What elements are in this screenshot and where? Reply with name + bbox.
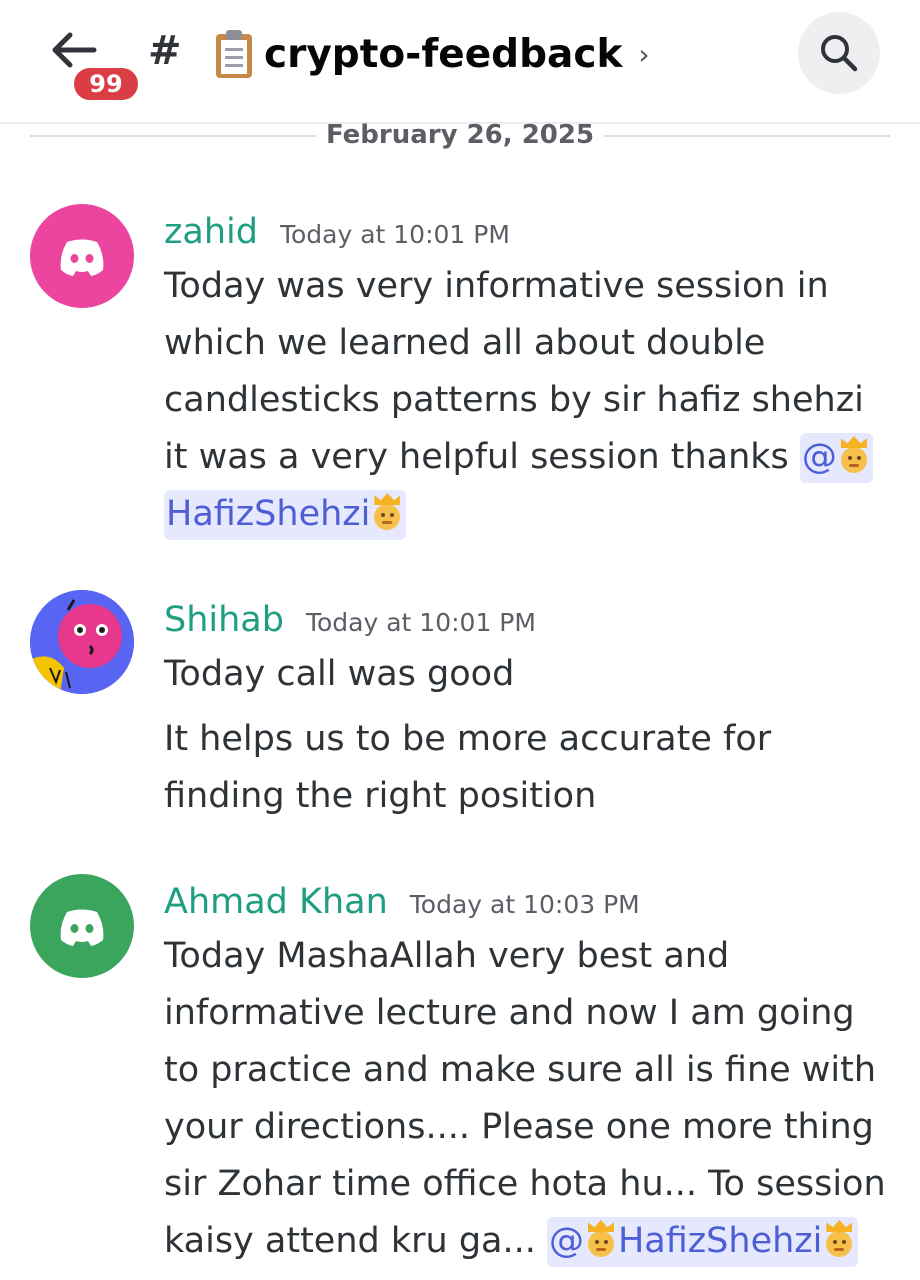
search-icon	[821, 35, 858, 72]
message-line: candlesticks patterns by sir hafiz shehz…	[164, 380, 864, 420]
message-line: informative lecture and now I am going	[164, 993, 855, 1033]
divider-date: February 26, 2025	[325, 120, 595, 150]
author-name[interactable]: Shihab	[164, 600, 284, 640]
user-mention[interactable]: @ HafizShehzi	[546, 1217, 859, 1267]
message-line: it was a very helpful session thanks	[164, 437, 800, 477]
message-paragraph: It helps us to be more accurate for	[164, 719, 772, 759]
channel-name: crypto-feedback	[264, 31, 623, 77]
message-paragraph: finding the right position	[164, 776, 597, 816]
crowned-person-icon	[370, 493, 404, 531]
message-content: Today call was good It helps us to be mo…	[164, 646, 894, 825]
message-timestamp: Today at 10:03 PM	[409, 890, 640, 919]
user-mention[interactable]: @	[799, 433, 873, 483]
avatar[interactable]	[30, 204, 134, 308]
message-line: sir Zohar time office hota hu... To sess…	[164, 1164, 886, 1204]
message-line: Today MashaAllah very best and	[164, 936, 730, 976]
discord-logo-icon	[60, 239, 104, 276]
avatar[interactable]	[30, 590, 134, 694]
message-content: Today was very informative session in wh…	[164, 258, 894, 543]
message-line: which we learned all about double	[164, 323, 766, 363]
user-mention-continued[interactable]: HafizShehzi	[164, 490, 407, 540]
crowned-person-icon	[837, 436, 871, 474]
character-avatar-icon	[30, 590, 134, 694]
message-line: to practice and make sure all is fine wi…	[164, 1050, 877, 1090]
message-line: Today was very informative session in	[164, 266, 829, 306]
crowned-person-icon	[584, 1220, 618, 1258]
channel-title-button[interactable]: crypto-feedback ›	[214, 30, 650, 78]
message-paragraph: Today call was good	[164, 654, 515, 694]
channel-header: 99 # crypto-feedback ›	[0, 0, 920, 124]
crowned-person-icon	[822, 1220, 856, 1258]
divider-line-right	[604, 135, 890, 137]
message-content: Today MashaAllah very best and informati…	[164, 928, 894, 1270]
date-divider: February 26, 2025	[30, 118, 890, 158]
chevron-right-icon: ›	[638, 37, 650, 71]
unread-badge: 99	[70, 64, 142, 104]
message-timestamp: Today at 10:01 PM	[305, 608, 536, 637]
clipboard-icon	[214, 30, 254, 78]
message-timestamp: Today at 10:01 PM	[279, 220, 510, 249]
author-name[interactable]: zahid	[164, 212, 258, 252]
author-name[interactable]: Ahmad Khan	[164, 882, 388, 922]
divider-line-left	[30, 135, 316, 137]
avatar[interactable]	[30, 874, 134, 978]
hash-icon: #	[148, 28, 182, 74]
message-line: kaisy attend kru ga...	[164, 1221, 547, 1261]
discord-logo-icon	[60, 909, 104, 946]
message-line: your directions.... Please one more thin…	[164, 1107, 874, 1147]
search-button[interactable]	[798, 12, 880, 94]
